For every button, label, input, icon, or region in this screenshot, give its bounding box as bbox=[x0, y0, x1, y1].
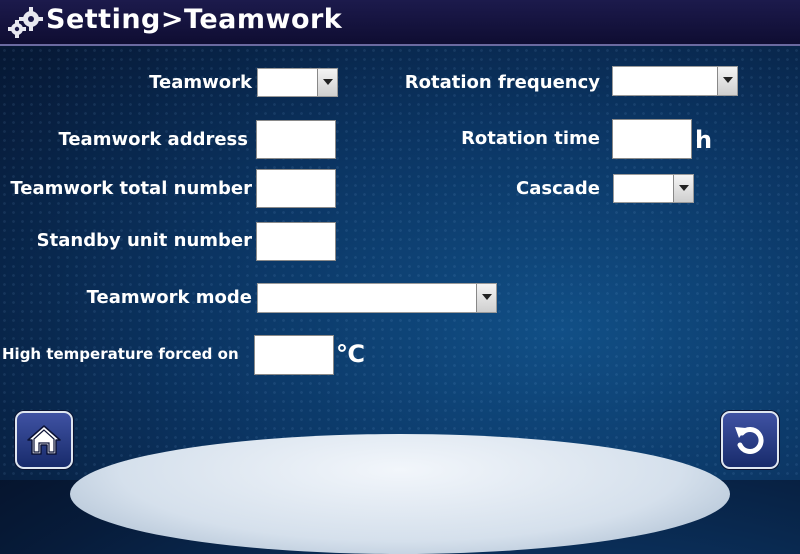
teamwork-mode-label: Teamwork mode bbox=[86, 287, 252, 308]
chevron-down-icon[interactable] bbox=[317, 69, 337, 96]
hours-unit: h bbox=[695, 126, 713, 154]
chevron-down-icon[interactable] bbox=[673, 175, 693, 202]
teamwork-total-number-label: Teamwork total number bbox=[10, 178, 252, 199]
page-title: Setting>Teamwork bbox=[46, 4, 343, 35]
teamwork-dropdown[interactable] bbox=[257, 68, 338, 97]
rotation-frequency-label: Rotation frequency bbox=[404, 72, 600, 93]
home-icon bbox=[27, 425, 61, 455]
teamwork-address-label: Teamwork address bbox=[58, 129, 248, 150]
standby-unit-number-label: Standby unit number bbox=[36, 230, 252, 251]
home-button[interactable] bbox=[15, 411, 73, 469]
teamwork-label: Teamwork bbox=[149, 72, 252, 93]
teamwork-total-number-input[interactable] bbox=[256, 169, 336, 208]
standby-unit-number-input[interactable] bbox=[256, 222, 336, 261]
cascade-label: Cascade bbox=[516, 178, 600, 199]
rotation-time-input[interactable] bbox=[612, 119, 692, 159]
cascade-dropdown[interactable] bbox=[613, 174, 694, 203]
back-button[interactable] bbox=[721, 411, 779, 469]
back-icon bbox=[735, 427, 764, 454]
high-temperature-forced-on-label: High temperature forced on bbox=[2, 345, 239, 363]
gears-icon bbox=[8, 7, 43, 38]
rotation-time-label: Rotation time bbox=[461, 128, 600, 149]
background-pattern bbox=[0, 46, 800, 480]
chevron-down-icon[interactable] bbox=[476, 284, 496, 312]
celsius-unit: ℃ bbox=[336, 340, 366, 368]
high-temperature-forced-on-input[interactable] bbox=[254, 335, 334, 375]
header-bar: Setting>Teamwork bbox=[0, 0, 800, 46]
rotation-frequency-dropdown[interactable] bbox=[612, 66, 738, 96]
teamwork-mode-dropdown[interactable] bbox=[257, 283, 497, 313]
floor-decoration bbox=[70, 434, 730, 554]
teamwork-address-input[interactable] bbox=[256, 120, 336, 159]
chevron-down-icon[interactable] bbox=[717, 67, 737, 95]
